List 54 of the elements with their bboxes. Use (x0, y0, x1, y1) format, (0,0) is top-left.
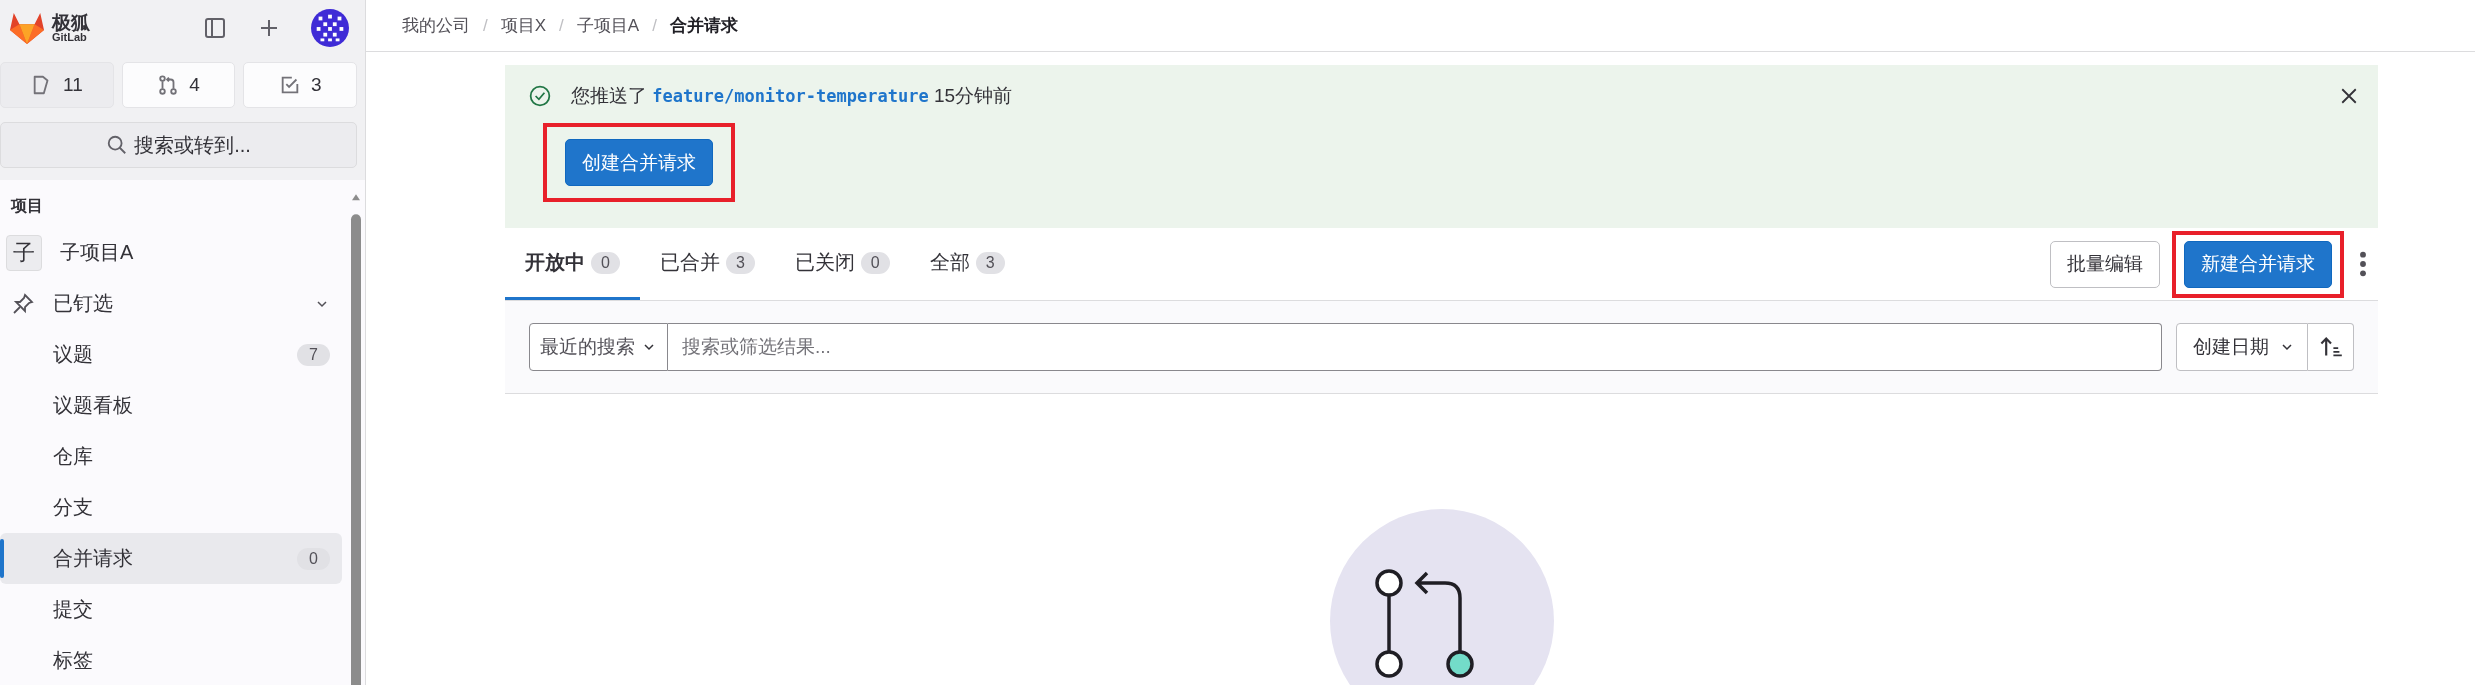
project-name: 子项目A (60, 240, 135, 265)
nav-item[interactable]: 议题看板 (0, 380, 342, 431)
project-link[interactable]: 子 子项目A (0, 227, 342, 278)
search-button[interactable]: 搜索或转到... (0, 122, 357, 168)
nav-item[interactable]: 提交 (0, 584, 342, 635)
recent-searches-dropdown[interactable]: 最近的搜索 (529, 323, 668, 371)
count-badge: 0 (591, 251, 620, 274)
merge-request-icon (157, 74, 180, 96)
count-badge: 0 (860, 251, 890, 274)
breadcrumb-link[interactable]: 我的公司 (402, 14, 470, 37)
counter-button[interactable]: 3 (243, 62, 357, 108)
check-circle-icon (529, 85, 551, 107)
breadcrumb-separator: / (483, 15, 488, 36)
pin-icon (11, 291, 35, 316)
nav-item[interactable]: 仓库 (0, 431, 342, 482)
breadcrumb-link[interactable]: 子项目A (576, 14, 640, 37)
count-badge: 3 (725, 251, 755, 274)
count-badge: 7 (297, 343, 330, 366)
count-badge: 0 (297, 547, 330, 570)
breadcrumb-separator: / (652, 15, 657, 36)
counter-button[interactable]: 11 (0, 62, 114, 108)
brand-name: 极狐 (52, 13, 90, 32)
branch-link[interactable]: feature/monitor-temperature (652, 86, 929, 106)
avatar[interactable] (311, 9, 349, 47)
alert-message: 您推送了 feature/monitor-temperature 15分钟前 (571, 84, 1014, 108)
sort-dropdown[interactable]: 创建日期 (2176, 323, 2308, 371)
nav-item[interactable]: 议题 7 (0, 329, 342, 380)
tab[interactable]: 全部 3 (909, 228, 1025, 300)
section-title: 项目 (9, 196, 44, 216)
tab[interactable]: 已关闭 0 (774, 228, 910, 300)
pinned-section-toggle[interactable]: 已钉选 (0, 278, 342, 329)
more-options-icon[interactable] (2358, 250, 2368, 278)
close-icon[interactable] (2340, 87, 2358, 105)
fox-logo-icon[interactable] (8, 11, 46, 45)
nav-item[interactable]: 合并请求 0 (0, 533, 342, 584)
search-filter-field[interactable]: 搜索或筛选结果... (668, 323, 2162, 371)
new-merge-request-button[interactable]: 新建合并请求 (2184, 240, 2332, 288)
project-avatar: 子 (6, 234, 42, 271)
breadcrumb-separator: / (559, 15, 564, 36)
breadcrumb-link[interactable]: 项目X (500, 14, 547, 37)
counter-button[interactable]: 4 (121, 62, 236, 108)
count-badge: 3 (975, 251, 1005, 274)
brand-subtitle: GitLab (52, 32, 87, 43)
sort-direction-button[interactable] (2308, 323, 2354, 371)
sort-ascending-icon (2318, 335, 2343, 359)
tab[interactable]: 已合并 3 (639, 228, 775, 300)
sidebar-toggle-icon[interactable] (203, 16, 227, 40)
nav-item[interactable]: 分支 (0, 482, 342, 533)
section-label: 已钉选 (53, 291, 114, 316)
bulk-edit-button[interactable]: 批量编辑 (2050, 240, 2160, 288)
search-icon (106, 134, 129, 156)
breadcrumb-link[interactable]: 合并请求 (669, 14, 738, 37)
nav-item[interactable]: 标签 (0, 635, 342, 685)
create-merge-request-button[interactable]: 创建合并请求 (565, 139, 713, 186)
